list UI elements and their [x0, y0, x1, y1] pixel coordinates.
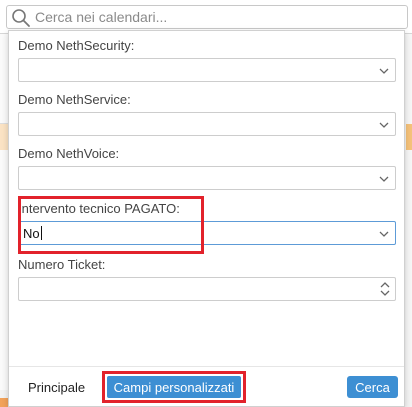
background-row — [406, 34, 412, 124]
chevron-down-icon[interactable] — [379, 66, 389, 76]
search-input[interactable] — [35, 8, 395, 26]
tab-campi-personalizzati[interactable]: Campi personalizzati — [107, 376, 241, 398]
field-intervento-tecnico-pagato: Intervento tecnico PAGATO: No — [18, 200, 398, 245]
field-demo-nethservice: Demo NethService: — [18, 91, 398, 136]
spinner-icon[interactable] — [380, 281, 390, 297]
search-bar — [0, 0, 412, 34]
chevron-down-icon[interactable] — [379, 174, 389, 184]
field-demo-nethsecurity: Demo NethSecurity: — [18, 37, 398, 82]
field-label: Demo NethService: — [18, 92, 131, 107]
advanced-search-panel: Demo NethSecurity: Demo NethService: Dem… — [8, 30, 405, 407]
field-label: Intervento tecnico PAGATO: — [18, 201, 180, 216]
field-demo-nethvoice: Demo NethVoice: — [18, 145, 398, 190]
numero-ticket-input[interactable] — [18, 277, 396, 301]
demo-nethsecurity-select[interactable] — [18, 58, 396, 82]
demo-nethservice-select[interactable] — [18, 112, 396, 136]
search-button[interactable]: Cerca — [347, 376, 398, 398]
background-row — [406, 150, 412, 390]
demo-nethvoice-select[interactable] — [18, 166, 396, 190]
search-icon — [12, 9, 30, 27]
tab-principale[interactable]: Principale — [20, 376, 94, 398]
field-label: Demo NethVoice: — [18, 146, 120, 161]
chevron-down-icon[interactable] — [379, 120, 389, 130]
search-field[interactable] — [6, 5, 408, 29]
field-label: Numero Ticket: — [18, 257, 106, 272]
text-cursor — [40, 226, 42, 240]
panel-footer: Principale Campi personalizzati Cerca — [9, 366, 404, 406]
field-label: Demo NethSecurity: — [18, 38, 135, 53]
select-value: No — [23, 226, 42, 241]
field-numero-ticket: Numero Ticket: — [18, 256, 398, 301]
intervento-tecnico-pagato-select[interactable]: No — [18, 221, 396, 245]
chevron-down-icon[interactable] — [379, 229, 389, 239]
background-event-strip — [406, 124, 412, 150]
